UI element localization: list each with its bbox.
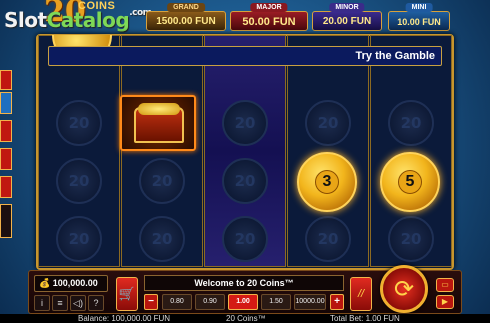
bet-plus-button[interactable]: + xyxy=(330,294,344,310)
spin-arrows-icon: ⟳ xyxy=(393,275,415,303)
jackpot-minor-value: 20.00 FUN xyxy=(312,11,382,31)
bet-option-selected[interactable]: 1.00 xyxy=(228,294,258,310)
spin-button[interactable]: ⟳ xyxy=(380,265,428,313)
info-button[interactable]: i xyxy=(34,295,50,311)
balance-display: 💰 100,000.00 xyxy=(34,275,108,292)
reel-cell: 20 xyxy=(205,94,285,151)
side-tab[interactable] xyxy=(0,70,12,90)
side-tab[interactable] xyxy=(0,176,12,198)
gold-coin-symbol: 5 xyxy=(380,152,440,212)
jackpot-mini-label: MINI xyxy=(405,3,433,12)
reel-cell: 20 xyxy=(371,210,451,267)
side-tab[interactable] xyxy=(0,204,12,238)
menu-button[interactable]: ≡ xyxy=(52,295,68,311)
bet-minus-button[interactable]: − xyxy=(144,294,158,310)
reel-cell: 20 xyxy=(39,210,119,267)
reel-cell: 20 xyxy=(371,94,451,151)
empty-coin-icon: 20 xyxy=(305,99,351,146)
empty-coin-icon: 20 xyxy=(56,157,102,204)
bet-option[interactable]: 0.90 xyxy=(195,294,225,310)
jackpot-major: 50.00 FUN MAJOR xyxy=(230,3,308,31)
reel-5: 20 20 xyxy=(370,35,452,267)
empty-coin-icon: 20 xyxy=(139,157,185,204)
reel-cell: 20 xyxy=(205,210,285,267)
jackpot-grand-value: 1500.00 FUN xyxy=(146,11,226,31)
empty-coin-icon: 20 xyxy=(388,215,434,262)
side-tab[interactable] xyxy=(0,148,12,170)
status-bar: Balance: 100,000.00 FUN 20 Coins™ Total … xyxy=(0,314,490,323)
jackpot-major-label: MAJOR xyxy=(250,3,288,12)
sound-button[interactable]: ◁) xyxy=(70,295,86,311)
gamble-message[interactable]: Try the Gamble xyxy=(48,46,442,66)
gold-pile-icon xyxy=(138,103,180,115)
jackpot-major-value: 50.00 FUN xyxy=(230,11,308,31)
jackpot-mini-value: 10.00 FUN xyxy=(388,11,450,31)
reel-cell: 20 xyxy=(39,152,119,209)
empty-coin-icon: 20 xyxy=(222,215,268,262)
empty-coin-icon: 20 xyxy=(305,215,351,262)
bet-option[interactable]: 0.80 xyxy=(162,294,192,310)
jackpot-grand-label: GRAND xyxy=(167,3,205,12)
buy-feature-button[interactable]: 🛒 xyxy=(116,277,138,311)
gold-coin-symbol: 3 xyxy=(297,152,357,212)
autoplay-button[interactable]: ▭ xyxy=(436,278,454,292)
reel-2: 20 20 xyxy=(121,35,203,267)
status-balance: Balance: 100,000.00 FUN xyxy=(78,314,171,323)
watermark: SlotCatalog.com xyxy=(4,8,152,32)
gold-coin-value: 3 xyxy=(315,170,339,194)
reel-cell: 20 xyxy=(122,152,202,209)
turbo-button[interactable]: // xyxy=(350,277,372,311)
help-button[interactable]: ? xyxy=(88,295,104,311)
jackpot-minor: 20.00 FUN MINOR xyxy=(312,3,382,31)
play-icon: ▶ xyxy=(441,297,449,306)
empty-coin-icon: 20 xyxy=(222,157,268,204)
jackpot-minor-label: MINOR xyxy=(329,3,365,12)
cart-icon: 🛒 xyxy=(118,286,136,301)
side-tab[interactable] xyxy=(0,92,12,114)
side-tab[interactable] xyxy=(0,120,12,142)
reel-cell: 20 xyxy=(39,94,119,151)
empty-coin-icon: 20 xyxy=(222,99,268,146)
bet-selector: − 0.80 0.90 1.00 1.50 10000.00 + xyxy=(144,294,344,310)
empty-coin-icon: 20 xyxy=(56,215,102,262)
balance-value: 100,000.00 xyxy=(52,278,98,288)
play-button[interactable]: ▶ xyxy=(436,295,454,309)
status-total-bet: Total Bet: 1.00 FUN xyxy=(330,314,400,323)
jackpot-grand: 1500.00 FUN GRAND xyxy=(146,3,226,31)
turbo-icon: // xyxy=(357,288,365,300)
empty-coin-icon: 20 xyxy=(139,215,185,262)
welcome-message: Welcome to 20 Coins™ xyxy=(144,275,344,291)
watermark-part1: Slot xyxy=(4,8,47,32)
status-game-title: 20 Coins™ xyxy=(226,314,266,323)
treasure-chest-symbol xyxy=(120,95,196,151)
autoplay-icon: ▭ xyxy=(441,280,449,289)
side-menu xyxy=(0,70,12,240)
bet-option[interactable]: 10000.00 xyxy=(294,294,326,310)
watermark-part2: Catalog xyxy=(46,8,130,32)
bet-option[interactable]: 1.50 xyxy=(261,294,291,310)
reel-cell: 20 xyxy=(288,94,368,151)
jackpot-mini: 10.00 FUN MINI xyxy=(388,3,450,31)
coin-bag-icon: 💰 xyxy=(39,278,53,288)
reel-cell: 20 xyxy=(122,210,202,267)
reel-4: 20 20 xyxy=(287,35,369,267)
gold-coin-value: 5 xyxy=(398,170,422,194)
reel-cell: 20 xyxy=(205,152,285,209)
reel-3: 20 20 20 xyxy=(204,35,286,267)
reel-cell: 20 xyxy=(288,210,368,267)
empty-coin-icon: 20 xyxy=(56,99,102,146)
empty-coin-icon: 20 xyxy=(388,99,434,146)
